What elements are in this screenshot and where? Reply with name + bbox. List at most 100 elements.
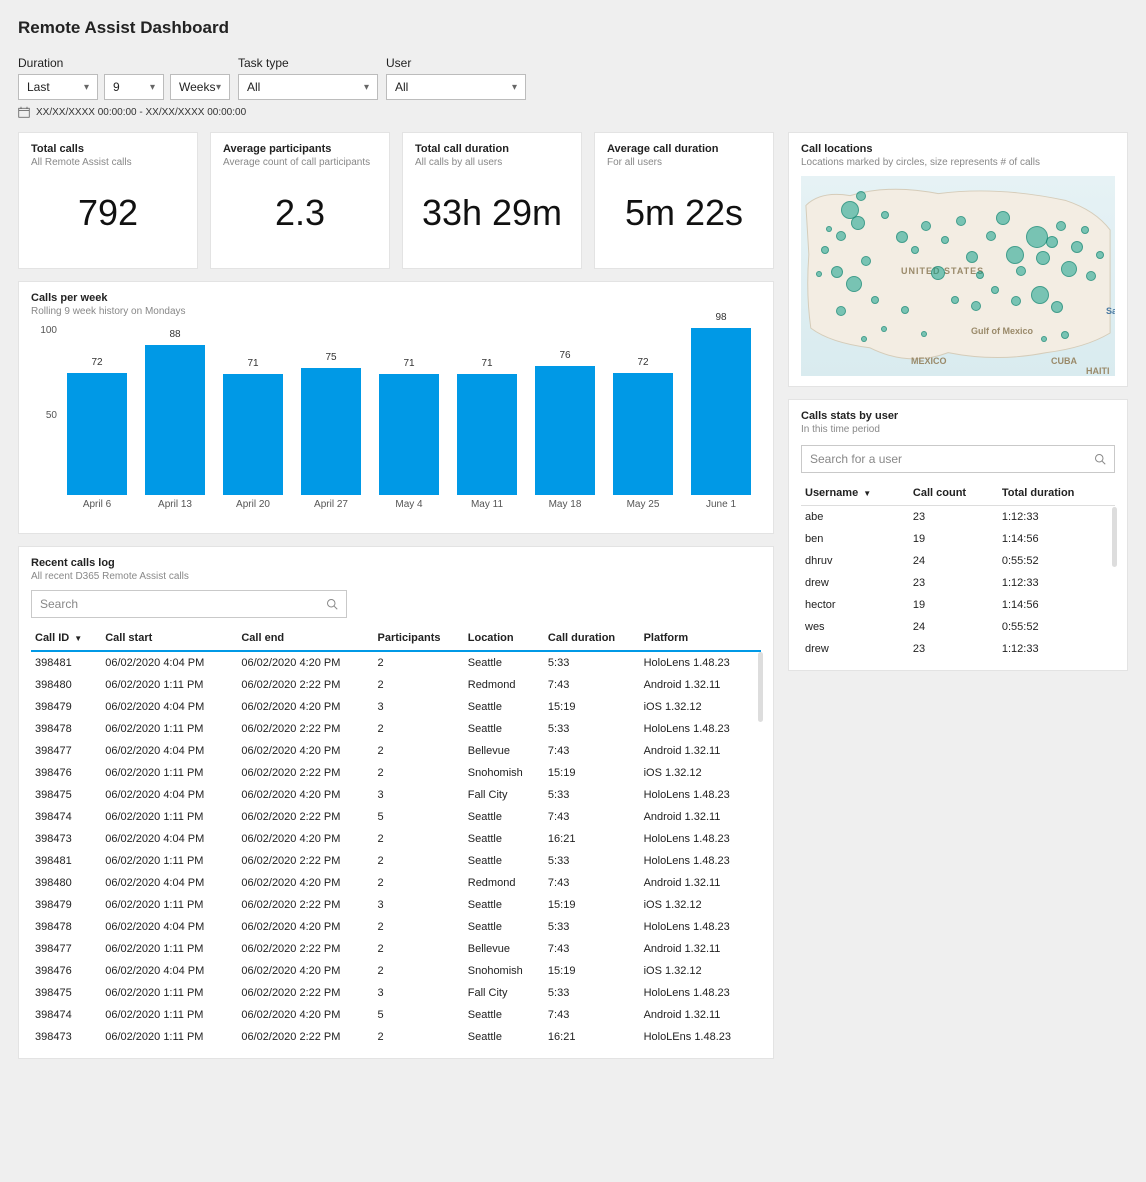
map-bubble[interactable] bbox=[986, 231, 996, 241]
map-bubble[interactable] bbox=[931, 266, 945, 280]
log-column-header[interactable]: Call ID ▼ bbox=[31, 626, 101, 651]
table-row[interactable]: hector191:14:56 bbox=[801, 594, 1115, 616]
user-select[interactable]: All ▾ bbox=[386, 74, 526, 100]
log-scrollbar[interactable] bbox=[758, 652, 763, 722]
duration-unit-select[interactable]: Weeks ▾ bbox=[170, 74, 230, 100]
map-bubble[interactable] bbox=[826, 226, 832, 232]
table-row[interactable]: 39847406/02/2020 1:11 PM06/02/2020 2:22 … bbox=[31, 806, 761, 828]
stats-column-header[interactable]: Total duration bbox=[998, 481, 1115, 506]
table-row[interactable]: dhruv240:55:52 bbox=[801, 550, 1115, 572]
chart-bar[interactable]: 88 bbox=[145, 345, 205, 495]
map-bubble[interactable] bbox=[951, 296, 959, 304]
table-row[interactable]: 39847606/02/2020 1:11 PM06/02/2020 2:22 … bbox=[31, 762, 761, 784]
table-row[interactable]: 39847806/02/2020 1:11 PM06/02/2020 2:22 … bbox=[31, 718, 761, 740]
chart-bar[interactable]: 76 bbox=[535, 366, 595, 495]
map-bubble[interactable] bbox=[816, 271, 822, 277]
table-row[interactable]: 39847406/02/2020 1:11 PM06/02/2020 4:20 … bbox=[31, 1004, 761, 1026]
table-row[interactable]: wes240:55:52 bbox=[801, 616, 1115, 638]
chart-bar[interactable]: 72 bbox=[67, 373, 127, 495]
map-bubble[interactable] bbox=[911, 246, 919, 254]
map-bubble[interactable] bbox=[1046, 236, 1058, 248]
table-cell: 06/02/2020 4:04 PM bbox=[101, 916, 237, 938]
map-bubble[interactable] bbox=[831, 266, 843, 278]
table-row[interactable]: 39847806/02/2020 4:04 PM06/02/2020 4:20 … bbox=[31, 916, 761, 938]
chart-bar[interactable]: 75 bbox=[301, 368, 361, 496]
map-bubble[interactable] bbox=[956, 216, 966, 226]
duration-type-select[interactable]: Last ▾ bbox=[18, 74, 98, 100]
table-row[interactable]: 39847306/02/2020 1:11 PM06/02/2020 2:22 … bbox=[31, 1026, 761, 1048]
table-row[interactable]: 39848106/02/2020 4:04 PM06/02/2020 4:20 … bbox=[31, 651, 761, 674]
map-bubble[interactable] bbox=[1036, 251, 1050, 265]
stats-column-header[interactable]: Call count bbox=[909, 481, 998, 506]
map-bubble[interactable] bbox=[836, 306, 846, 316]
map-bubble[interactable] bbox=[861, 336, 867, 342]
map-bubble[interactable] bbox=[1006, 246, 1024, 264]
map-bubble[interactable] bbox=[821, 246, 829, 254]
map-bubble[interactable] bbox=[1016, 266, 1026, 276]
map-bubble[interactable] bbox=[941, 236, 949, 244]
table-row[interactable]: drew231:12:33 bbox=[801, 572, 1115, 594]
duration-count-select[interactable]: 9 ▾ bbox=[104, 74, 164, 100]
table-row[interactable]: 39848106/02/2020 1:11 PM06/02/2020 2:22 … bbox=[31, 850, 761, 872]
table-row[interactable]: 39847906/02/2020 1:11 PM06/02/2020 2:22 … bbox=[31, 894, 761, 916]
map-bubble[interactable] bbox=[966, 251, 978, 263]
stats-scrollbar[interactable] bbox=[1112, 507, 1117, 567]
map-bubble[interactable] bbox=[901, 306, 909, 314]
map-bubble[interactable] bbox=[871, 296, 879, 304]
map-bubble[interactable] bbox=[881, 211, 889, 219]
table-row[interactable]: 39847306/02/2020 4:04 PM06/02/2020 4:20 … bbox=[31, 828, 761, 850]
map-bubble[interactable] bbox=[1086, 271, 1096, 281]
map-bubble[interactable] bbox=[836, 231, 846, 241]
chart-bar[interactable]: 98 bbox=[691, 328, 751, 495]
map-bubble[interactable] bbox=[896, 231, 908, 243]
table-row[interactable]: drew231:12:33 bbox=[801, 638, 1115, 660]
map-visualization[interactable]: UNITED STATES Gulf of Mexico MEXICO CUBA… bbox=[801, 176, 1115, 376]
map-bubble[interactable] bbox=[996, 211, 1010, 225]
table-row[interactable]: 39847506/02/2020 4:04 PM06/02/2020 4:20 … bbox=[31, 784, 761, 806]
table-row[interactable]: 39847906/02/2020 4:04 PM06/02/2020 4:20 … bbox=[31, 696, 761, 718]
chart-bar[interactable]: 71 bbox=[457, 374, 517, 495]
map-bubble[interactable] bbox=[991, 286, 999, 294]
log-column-header[interactable]: Participants bbox=[374, 626, 464, 651]
table-row[interactable]: ben191:14:56 bbox=[801, 528, 1115, 550]
table-row[interactable]: abe231:12:33 bbox=[801, 506, 1115, 529]
log-column-header[interactable]: Call start bbox=[101, 626, 237, 651]
map-bubble[interactable] bbox=[1081, 226, 1089, 234]
map-bubble[interactable] bbox=[1061, 331, 1069, 339]
map-bubble[interactable] bbox=[1056, 221, 1066, 231]
log-column-header[interactable]: Platform bbox=[640, 626, 761, 651]
log-search-input[interactable]: Search bbox=[31, 590, 347, 618]
map-bubble[interactable] bbox=[846, 276, 862, 292]
task-type-select[interactable]: All ▾ bbox=[238, 74, 378, 100]
map-bubble[interactable] bbox=[921, 221, 931, 231]
map-bubble[interactable] bbox=[971, 301, 981, 311]
table-row[interactable]: 39847706/02/2020 4:04 PM06/02/2020 4:20 … bbox=[31, 740, 761, 762]
log-column-header[interactable]: Call duration bbox=[544, 626, 640, 651]
table-row[interactable]: 39848006/02/2020 4:04 PM06/02/2020 4:20 … bbox=[31, 872, 761, 894]
map-bubble[interactable] bbox=[1011, 296, 1021, 306]
map-bubble[interactable] bbox=[841, 201, 859, 219]
map-bubble[interactable] bbox=[1096, 251, 1104, 259]
chart-bar[interactable]: 71 bbox=[379, 374, 439, 495]
map-bubble[interactable] bbox=[1051, 301, 1063, 313]
log-column-header[interactable]: Location bbox=[464, 626, 544, 651]
table-row[interactable]: 39847606/02/2020 4:04 PM06/02/2020 4:20 … bbox=[31, 960, 761, 982]
map-bubble[interactable] bbox=[881, 326, 887, 332]
map-bubble[interactable] bbox=[1031, 286, 1049, 304]
map-bubble[interactable] bbox=[861, 256, 871, 266]
table-row[interactable]: 39848006/02/2020 1:11 PM06/02/2020 2:22 … bbox=[31, 674, 761, 696]
table-row[interactable]: 39847706/02/2020 1:11 PM06/02/2020 2:22 … bbox=[31, 938, 761, 960]
stats-column-header[interactable]: Username ▼ bbox=[801, 481, 909, 506]
chart-bar[interactable]: 71 bbox=[223, 374, 283, 495]
map-bubble[interactable] bbox=[1041, 336, 1047, 342]
table-row[interactable]: 39847506/02/2020 1:11 PM06/02/2020 2:22 … bbox=[31, 982, 761, 1004]
map-bubble[interactable] bbox=[1026, 226, 1048, 248]
chart-bar[interactable]: 72 bbox=[613, 373, 673, 495]
map-bubble[interactable] bbox=[856, 191, 866, 201]
map-bubble[interactable] bbox=[1061, 261, 1077, 277]
map-bubble[interactable] bbox=[921, 331, 927, 337]
map-bubble[interactable] bbox=[976, 271, 984, 279]
log-column-header[interactable]: Call end bbox=[237, 626, 373, 651]
map-bubble[interactable] bbox=[1071, 241, 1083, 253]
stats-search-input[interactable]: Search for a user bbox=[801, 445, 1115, 473]
